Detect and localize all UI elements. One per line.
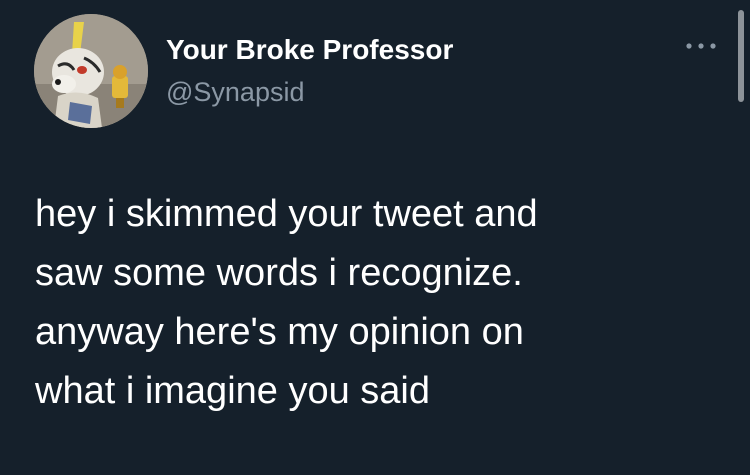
tweet-text-line: what i imagine you said — [35, 370, 430, 412]
more-options-icon[interactable] — [683, 36, 719, 56]
author-display-name[interactable]: Your Broke Professor — [166, 34, 453, 66]
scrollbar[interactable] — [738, 10, 744, 102]
character-avatar-icon — [34, 14, 148, 128]
avatar[interactable] — [34, 14, 148, 128]
tweet-card: Your Broke Professor @Synapsid hey i ski… — [0, 0, 750, 475]
tweet-text-line: anyway here's my opinion on — [35, 311, 524, 353]
tweet-text-line: saw some words i recognize. — [35, 252, 523, 294]
tweet-text-line: hey i skimmed your tweet and — [35, 193, 538, 235]
author-handle[interactable]: @Synapsid — [166, 77, 304, 108]
tweet-text: hey i skimmed your tweet and saw some wo… — [35, 185, 695, 421]
